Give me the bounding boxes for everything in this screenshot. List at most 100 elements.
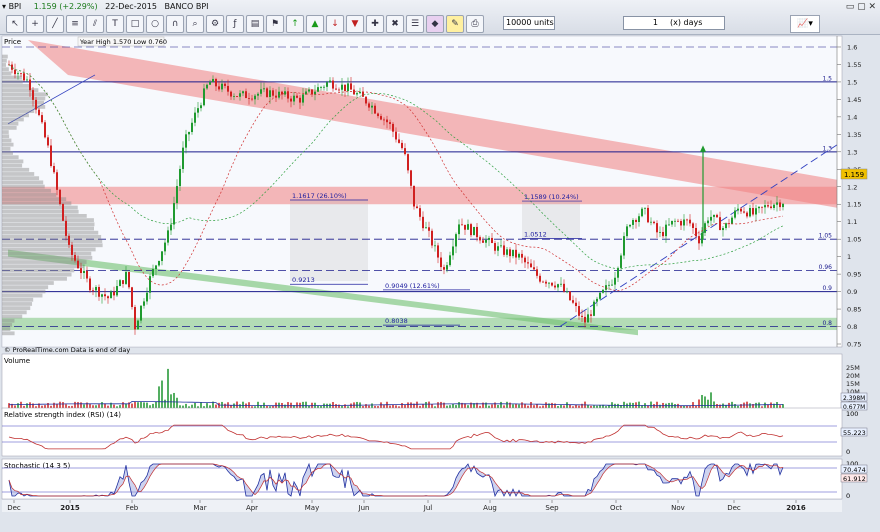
volume-bar — [131, 404, 133, 408]
sell-arrow-icon[interactable]: ↓ — [326, 15, 344, 33]
candle-body — [398, 139, 400, 142]
volume-bar — [395, 405, 397, 408]
settings-icon[interactable]: ⚙ — [206, 15, 224, 33]
volume-bar — [62, 402, 64, 408]
volume-profile-bar — [2, 97, 45, 101]
toolbar: ▾ BPI 1.159 (+2.29%) 22-Dec-2015 BANCO B… — [0, 0, 880, 35]
volume-bar — [44, 405, 46, 408]
candle-body — [47, 137, 49, 145]
x-tick-label: Apr — [246, 504, 258, 512]
volume-bar — [284, 405, 286, 408]
volume-bar — [593, 406, 595, 408]
drawing-list-icon[interactable]: ☰ — [406, 15, 424, 33]
candle-body — [725, 223, 727, 228]
candle-body — [254, 96, 256, 100]
stochastic-panel[interactable]: Stochastic (14 3 5) 100 0 70.474 61.912 — [2, 459, 867, 500]
indicator-icon[interactable]: ƒ — [226, 15, 244, 33]
level-label: 0.9 — [822, 285, 832, 292]
volume-bar — [446, 406, 448, 408]
candle-body — [641, 209, 643, 217]
fibonacci-icon[interactable]: ≡ — [66, 15, 84, 33]
ticker-dropdown[interactable]: ▾ BPI — [2, 2, 26, 11]
volume-profile-bar — [2, 193, 56, 197]
print-icon[interactable]: ⎙ — [466, 15, 484, 33]
candle-body — [563, 284, 565, 292]
candle-body — [119, 280, 121, 286]
candle-body — [680, 221, 682, 226]
volume-profile-bar — [2, 189, 51, 193]
crosshair-icon[interactable]: + — [26, 15, 44, 33]
sell-icon[interactable]: ▼ — [346, 15, 364, 33]
volume-bar — [107, 406, 109, 408]
rectangle-icon[interactable]: □ — [126, 15, 144, 33]
candle-body — [419, 208, 421, 217]
candle-body — [629, 225, 631, 226]
volume-bar — [95, 405, 97, 408]
trendline-icon[interactable]: ╱ — [46, 15, 64, 33]
volume-bar — [650, 402, 652, 408]
ellipse-icon[interactable]: ○ — [146, 15, 164, 33]
volume-bar — [692, 402, 694, 408]
cancel-icon[interactable]: ✖ — [386, 15, 404, 33]
volume-bar — [755, 403, 757, 408]
volume-bar — [623, 402, 625, 408]
text-icon[interactable]: T — [106, 15, 124, 33]
screener-icon[interactable]: ▤ — [246, 15, 264, 33]
zoom-icon[interactable]: ⌕ — [186, 15, 204, 33]
instrument-name: BANCO BPI — [164, 2, 208, 11]
color-icon[interactable]: ◆ — [426, 15, 444, 33]
chart-type-button[interactable]: 📈▾ — [790, 15, 820, 33]
cursor-icon[interactable]: ↖ — [6, 15, 24, 33]
period-selector[interactable]: 1 (x) days — [623, 16, 725, 30]
volume-bar — [164, 400, 166, 408]
alert-icon[interactable]: ⚑ — [266, 15, 284, 33]
candle-body — [503, 245, 505, 254]
candle-body — [590, 314, 592, 316]
window-controls[interactable]: ▭ ▢ ✕ — [846, 2, 876, 12]
volume-bar — [269, 406, 271, 408]
candle-body — [335, 89, 337, 90]
candle-body — [593, 302, 595, 316]
units-selector[interactable]: 10000 units — [503, 16, 555, 30]
rsi-panel[interactable]: Relative strength index (RSI) (14) 100 0… — [2, 408, 867, 456]
magnet-icon[interactable]: ∩ — [166, 15, 184, 33]
candle-body — [401, 143, 403, 148]
chart-area[interactable]: 1.51.31.050.960.90.8 1.1617 (26.10%) 1.15… — [0, 34, 880, 532]
candle-body — [440, 258, 442, 268]
highlight-icon[interactable]: ✎ — [446, 15, 464, 33]
volume-panel[interactable]: Volume 25M20M15M10M5M 2.398M 0.677M — [2, 354, 867, 411]
candle-body — [647, 208, 649, 222]
volume-bar — [209, 405, 211, 408]
candle-body — [524, 258, 526, 263]
volume-profile-bar — [2, 260, 87, 264]
volume-bar — [419, 406, 421, 408]
candle-body — [269, 90, 271, 97]
volume-bar — [659, 405, 661, 408]
order-icon[interactable]: ✚ — [366, 15, 384, 33]
volume-bar — [704, 396, 706, 408]
volume-bar — [86, 403, 88, 408]
candle-body — [707, 221, 709, 224]
x-tick-label: 2016 — [786, 504, 806, 512]
channel-icon[interactable]: ⫽ — [86, 15, 104, 33]
volume-bar — [509, 403, 511, 408]
candle-body — [206, 85, 208, 89]
buy-arrow-icon[interactable]: ↑ — [286, 15, 304, 33]
buy-icon[interactable]: ▲ — [306, 15, 324, 33]
candle-body — [71, 245, 73, 255]
candle-body — [536, 269, 538, 275]
candle-body — [167, 230, 169, 242]
candle-body — [602, 290, 604, 293]
price-panel[interactable]: 1.5 1.3 1.05 0.96 0.9 0.8 1.1617 (26.10%) 1.15… — [2, 36, 867, 354]
candle-body — [656, 223, 658, 232]
candle-body — [686, 220, 688, 221]
volume-bar — [182, 406, 184, 408]
candle-body — [407, 154, 409, 170]
volume-bar — [308, 406, 310, 408]
candle-body — [638, 216, 640, 222]
candle-body — [413, 186, 415, 207]
fib-zone-1 — [290, 201, 368, 281]
volume-tick-label: 15M — [846, 380, 860, 388]
volume-bar — [224, 404, 226, 408]
volume-bar — [512, 404, 514, 408]
